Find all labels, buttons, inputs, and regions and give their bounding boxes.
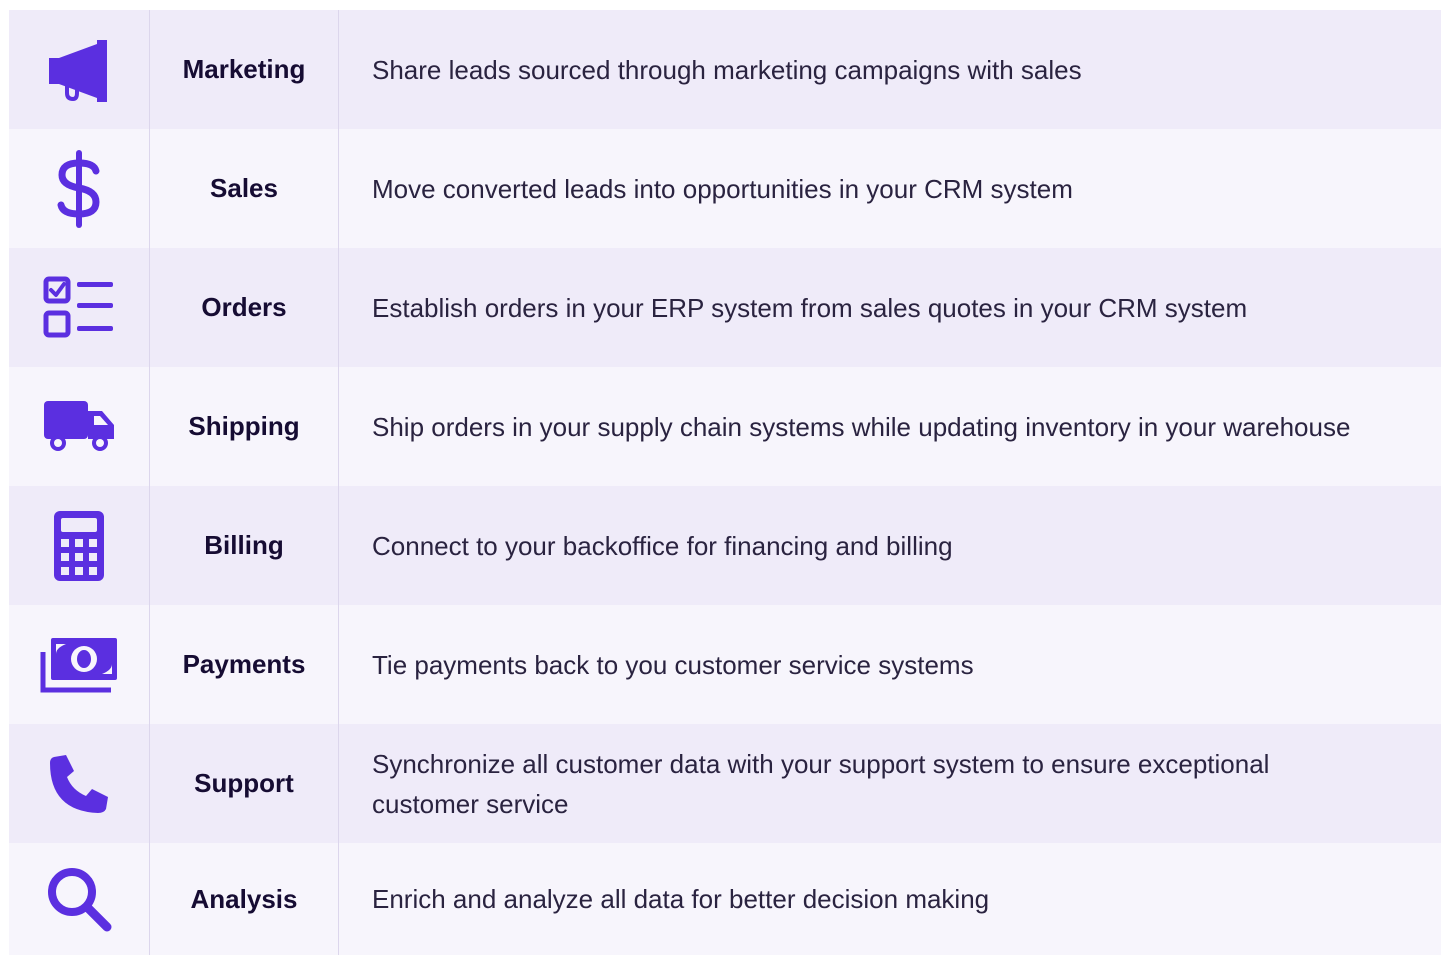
search-icon: [9, 843, 150, 955]
table-row: Shipping Ship orders in your supply chai…: [9, 367, 1441, 486]
table-row: Marketing Share leads sourced through ma…: [9, 10, 1441, 129]
row-label: Support: [150, 724, 339, 843]
table-row: Support Synchronize all customer data wi…: [9, 724, 1441, 843]
truck-icon: [9, 367, 150, 486]
phone-icon: [9, 724, 150, 843]
row-description: Move converted leads into opportunities …: [372, 173, 1073, 204]
table-row: Sales Move converted leads into opportun…: [9, 129, 1441, 248]
table-row: Orders Establish orders in your ERP syst…: [9, 248, 1441, 367]
calculator-icon: [9, 486, 150, 605]
row-label: Orders: [150, 248, 339, 367]
table-row: Billing Connect to your backoffice for f…: [9, 486, 1441, 605]
row-description: Ship orders in your supply chain systems…: [372, 411, 1351, 442]
table-row: Analysis Enrich and analyze all data for…: [9, 843, 1441, 955]
row-description: Enrich and analyze all data for better d…: [372, 884, 990, 914]
megaphone-icon: [9, 10, 150, 129]
row-label: Analysis: [150, 843, 339, 955]
dollar-sign-icon: [9, 129, 150, 248]
checklist-icon: [9, 248, 150, 367]
feature-table: Marketing Share leads sourced through ma…: [9, 10, 1441, 955]
row-label: Sales: [150, 129, 339, 248]
row-description: Share leads sourced through marketing ca…: [372, 54, 1082, 85]
row-label: Payments: [150, 605, 339, 724]
row-description: Establish orders in your ERP system from…: [372, 292, 1248, 323]
row-label: Marketing: [150, 10, 339, 129]
row-description: Connect to your backoffice for financing…: [372, 530, 953, 561]
row-label: Billing: [150, 486, 339, 605]
row-description: Tie payments back to you customer servic…: [372, 649, 974, 680]
money-bill-icon: [9, 605, 150, 724]
row-label: Shipping: [150, 367, 339, 486]
table-row: Payments Tie payments back to you custom…: [9, 605, 1441, 724]
row-description: Synchronize all customer data with your …: [372, 748, 1270, 819]
